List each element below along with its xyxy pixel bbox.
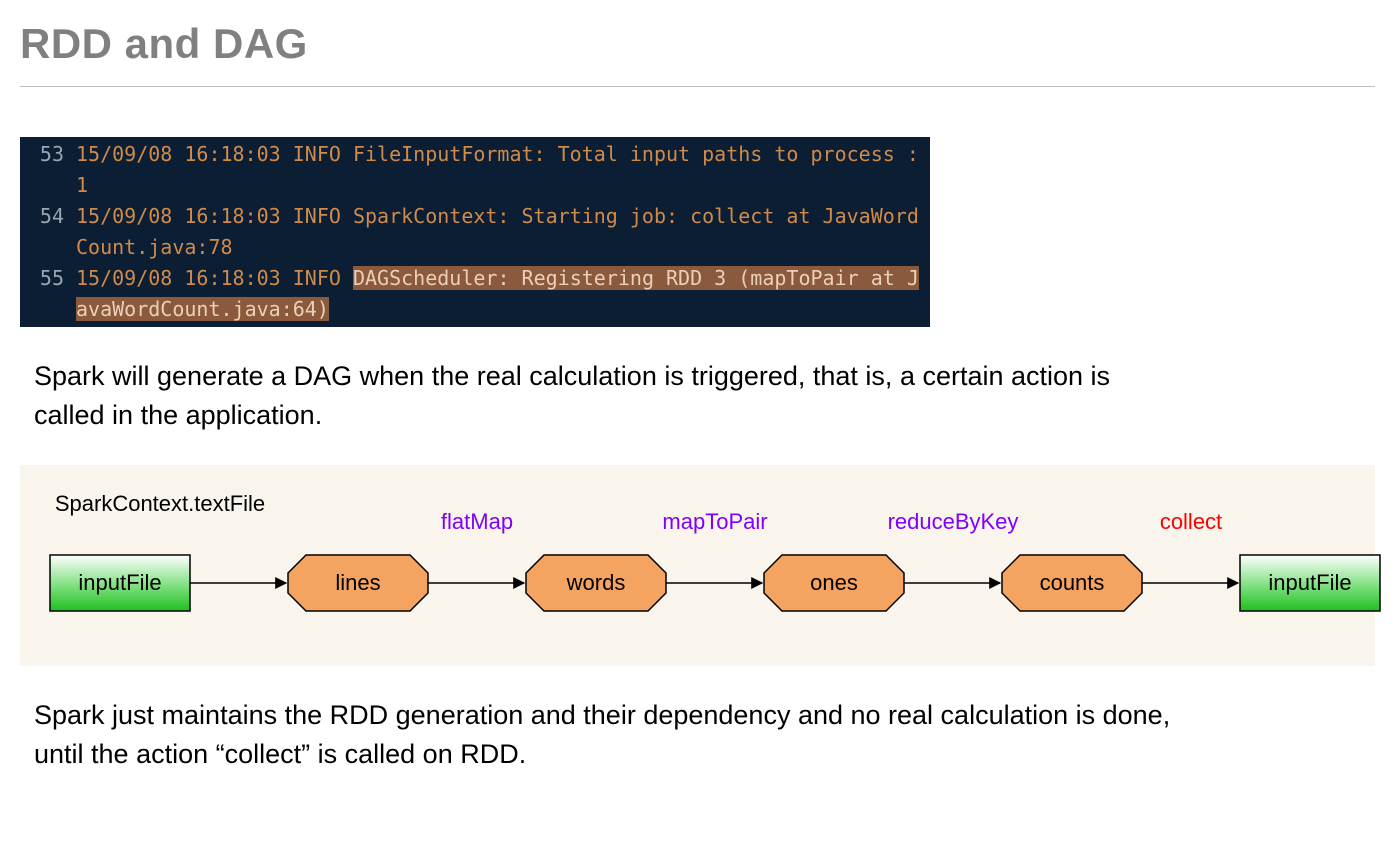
paragraph-1: Spark will generate a DAG when the real … — [34, 357, 1174, 435]
line-number: 55 — [20, 263, 72, 294]
divider — [20, 86, 1375, 87]
console-line: 53 15/09/08 16:18:03 INFO FileInputForma… — [20, 139, 930, 201]
line-number: 53 — [20, 139, 72, 170]
edge-label: flatMap — [441, 509, 513, 534]
edge-label: reduceByKey — [888, 509, 1019, 534]
node-label: inputFile — [78, 570, 161, 595]
dag-diagram: SparkContext.textFile inputFile lines words… — [20, 465, 1375, 666]
console-line: 55 15/09/08 16:18:03 INFO DAGScheduler: … — [20, 263, 930, 325]
node-label: lines — [335, 570, 380, 595]
node-label: ones — [810, 570, 858, 595]
page-title: RDD and DAG — [20, 20, 1375, 68]
dag-svg: SparkContext.textFile inputFile lines words… — [30, 483, 1385, 643]
node-label: words — [566, 570, 626, 595]
console-log: 53 15/09/08 16:18:03 INFO FileInputForma… — [20, 137, 930, 327]
line-number: 54 — [20, 201, 72, 232]
line-text: 15/09/08 16:18:03 INFO SparkContext: Sta… — [72, 201, 930, 263]
line-text: 15/09/08 16:18:03 INFO DAGScheduler: Reg… — [72, 263, 930, 325]
edge-label: collect — [1160, 509, 1222, 534]
console-line: 54 15/09/08 16:18:03 INFO SparkContext: … — [20, 201, 930, 263]
node-label: inputFile — [1268, 570, 1351, 595]
diagram-source-label: SparkContext.textFile — [55, 491, 265, 516]
paragraph-2: Spark just maintains the RDD generation … — [34, 696, 1174, 774]
slide: RDD and DAG 53 15/09/08 16:18:03 INFO Fi… — [0, 0, 1395, 856]
line-text: 15/09/08 16:18:03 INFO FileInputFormat: … — [72, 139, 930, 201]
edge-label: mapToPair — [662, 509, 767, 534]
node-label: counts — [1040, 570, 1105, 595]
